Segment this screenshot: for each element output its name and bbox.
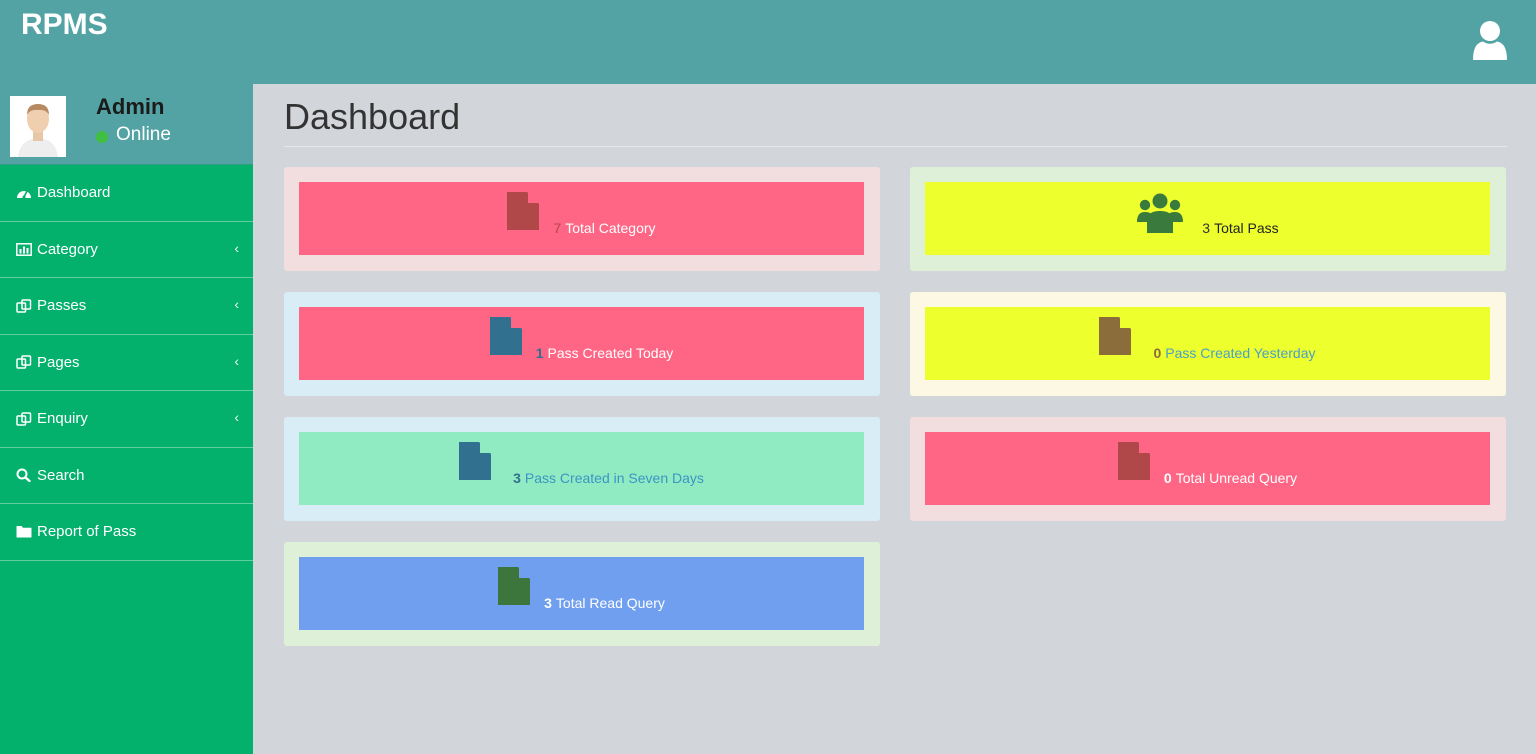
file-icon <box>1117 441 1150 480</box>
card-inner: 7 Total Category <box>299 182 864 255</box>
file-icon <box>489 316 522 355</box>
card-label: 3 Pass Created in Seven Days <box>513 470 704 486</box>
search-icon <box>16 468 33 483</box>
card-count: 0 <box>1153 344 1162 361</box>
card-count: 7 <box>553 219 562 236</box>
card-pass-created-yesterday[interactable]: 0 Pass Created Yesterday <box>910 292 1506 396</box>
card-label: 3 Total Read Query <box>544 595 665 611</box>
sidebar-item-label: Passes <box>37 297 87 315</box>
sidebar-item-passes[interactable]: Passes ‹ <box>0 278 253 335</box>
card-title: Pass Created Today <box>547 344 674 361</box>
main-content: Dashboard 7 Total Category 3 Total Pass 1P… <box>253 84 1536 754</box>
brand-logo[interactable]: RPMS <box>21 8 108 42</box>
sidebar-item-label: Pages <box>37 353 80 371</box>
title-divider <box>284 146 1507 147</box>
page-title: Dashboard <box>284 96 461 137</box>
sidebar-item-report-of-pass[interactable]: Report of Pass <box>0 504 253 561</box>
card-label: 3 Total Pass <box>1202 220 1278 236</box>
user-panel: Admin Online <box>0 84 253 165</box>
sidebar-item-label: Dashboard <box>37 184 111 202</box>
card-total-category[interactable]: 7 Total Category <box>284 167 880 271</box>
sidebar: Admin Online Dashboard Category ‹ Passes… <box>0 84 253 754</box>
users-icon <box>1137 193 1184 233</box>
sidebar-item-enquiry[interactable]: Enquiry ‹ <box>0 391 253 448</box>
sidebar-item-category[interactable]: Category ‹ <box>0 222 253 278</box>
chevron-left-icon: ‹ <box>234 352 239 369</box>
card-label: 0 Pass Created Yesterday <box>1153 345 1315 361</box>
card-inner: 0 Total Unread Query <box>925 432 1490 505</box>
card-count: 1 <box>535 344 544 361</box>
card-title: Pass Created Yesterday <box>1165 344 1316 361</box>
card-title: Total Read Query <box>555 594 665 611</box>
sidebar-item-dashboard[interactable]: Dashboard <box>0 165 253 222</box>
sidebar-item-label: Enquiry <box>37 410 88 428</box>
chevron-left-icon: ‹ <box>234 239 239 256</box>
card-inner: 0 Pass Created Yesterday <box>925 307 1490 380</box>
card-inner: 1 Pass Created Today <box>299 307 864 380</box>
card-title: Pass Created in Seven Days <box>524 469 704 486</box>
bar-chart-icon <box>16 242 33 256</box>
sidebar-item-label: Category <box>37 240 98 258</box>
chevron-left-icon: ‹ <box>234 409 239 425</box>
card-count: 3 <box>544 594 552 611</box>
card-pass-created-today[interactable]: 1 Pass Created Today <box>284 292 880 396</box>
card-total-read-query[interactable]: 3 Total Read Query <box>284 542 880 646</box>
copy-icon <box>16 299 33 313</box>
sidebar-item-label: Search <box>37 466 85 484</box>
file-icon <box>498 566 531 605</box>
user-name: Admin <box>96 94 165 119</box>
card-count: 3 <box>1202 219 1211 236</box>
card-label: 1 Pass Created Today <box>536 345 674 361</box>
dashboard-icon <box>16 186 33 200</box>
user-status: Online <box>96 124 171 146</box>
chevron-left-icon: ‹ <box>234 296 239 312</box>
card-title: Total Category <box>565 219 656 236</box>
user-account-icon[interactable] <box>1470 20 1510 62</box>
card-total-pass[interactable]: 3 Total Pass <box>910 167 1506 271</box>
user-status-text: Online <box>116 124 171 145</box>
online-status-icon <box>96 130 108 143</box>
card-count: 0 <box>1163 469 1172 486</box>
card-pass-created-seven-days[interactable]: 3 Pass Created in Seven Days <box>284 417 880 521</box>
card-inner: 3 Total Pass <box>925 182 1490 255</box>
card-label: 7 Total Category <box>553 220 655 236</box>
folder-icon <box>16 525 33 539</box>
card-title: Total Pass <box>1214 219 1279 236</box>
copy-icon <box>16 355 33 369</box>
card-inner: 3 Pass Created in Seven Days <box>299 432 864 505</box>
file-icon <box>1099 316 1132 355</box>
top-header: RPMS <box>0 0 1536 84</box>
card-inner: 3 Total Read Query <box>299 557 864 630</box>
file-icon <box>507 191 540 230</box>
copy-icon <box>16 412 33 426</box>
card-total-unread-query[interactable]: 0 Total Unread Query <box>910 417 1506 521</box>
file-icon <box>459 441 492 480</box>
sidebar-item-pages[interactable]: Pages ‹ <box>0 335 253 391</box>
card-count: 3 <box>513 469 521 486</box>
sidebar-item-label: Report of Pass <box>37 523 137 541</box>
avatar <box>10 96 66 157</box>
sidebar-item-search[interactable]: Search <box>0 448 253 504</box>
card-title: Total Unread Query <box>1175 469 1298 486</box>
card-label: 0 Total Unread Query <box>1164 470 1297 486</box>
